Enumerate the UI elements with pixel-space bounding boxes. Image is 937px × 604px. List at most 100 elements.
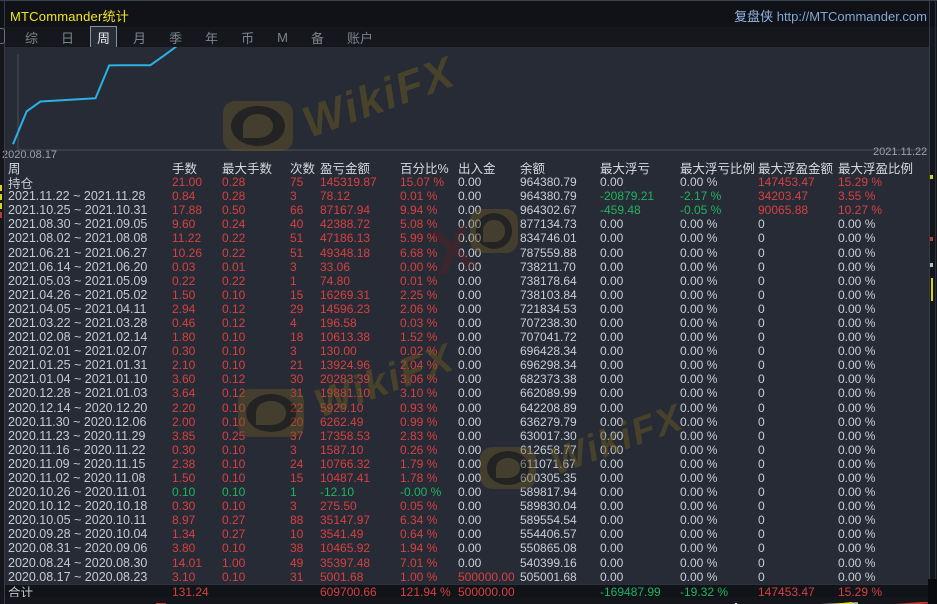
value-cell-1: 0.28 — [222, 175, 290, 189]
tab-5[interactable]: 年 — [198, 26, 225, 49]
col-header-1: 手数 — [172, 158, 222, 177]
value-cell-10: 0.00 % — [838, 316, 930, 330]
period-cell: 2020.10.26 ~ 2020.11.01 — [8, 485, 172, 499]
tab-7[interactable]: M — [270, 28, 295, 47]
table-row[interactable]: 2020.08.24 ~ 2020.08.3014.011.004935397.… — [5, 556, 930, 570]
value-cell-6: 738103.84 — [520, 288, 600, 302]
value-cell-0: 1.50 — [172, 471, 222, 485]
value-cell-10: 3.55 % — [838, 189, 930, 203]
value-cell-6: 964380.79 — [520, 175, 600, 189]
value-cell-10: 10.27 % — [838, 203, 930, 217]
value-cell-5: 0.00 — [458, 556, 520, 570]
table-row[interactable]: 持仓21.000.2875145319.8715.07 %0.00964380.… — [5, 175, 930, 189]
table-row[interactable]: 2021.02.08 ~ 2021.02.141.800.101810613.3… — [5, 330, 930, 344]
value-cell-1: 0.10 — [222, 443, 290, 457]
table-row[interactable]: 2020.10.12 ~ 2020.10.180.300.103275.500.… — [5, 499, 930, 513]
value-cell-9: 0 — [758, 471, 838, 485]
col-header-3: 次数 — [290, 158, 320, 177]
value-cell-10: 0.00 % — [838, 556, 930, 570]
value-cell-2: 3 — [290, 260, 320, 274]
period-cell: 2020.11.09 ~ 2020.11.15 — [8, 457, 172, 471]
period-cell: 2021.03.22 ~ 2021.03.28 — [8, 316, 172, 330]
value-cell-10: 0.00 % — [838, 527, 930, 541]
table-row[interactable]: 2020.11.30 ~ 2020.12.062.000.10206262.49… — [5, 415, 930, 429]
brand-url-link[interactable]: http://MTCommander.com — [777, 9, 927, 24]
value-cell-4: 0.99 % — [400, 415, 458, 429]
value-cell-6: 696428.34 — [520, 344, 600, 358]
value-cell-10: 0.00 % — [838, 570, 930, 584]
value-cell-2: 3 — [290, 443, 320, 457]
value-cell-1: 0.28 — [222, 189, 290, 203]
table-row[interactable]: 2021.10.25 ~ 2021.10.3117.880.506687167.… — [5, 203, 930, 217]
value-cell-5: 0.00 — [458, 372, 520, 386]
value-cell-5: 0.00 — [458, 316, 520, 330]
edge-tick — [0, 194, 2, 200]
value-cell-2: 22 — [290, 401, 320, 415]
value-cell-7: 0.00 — [600, 260, 680, 274]
table-row[interactable]: 2021.05.03 ~ 2021.05.090.220.22174.800.0… — [5, 274, 930, 288]
value-cell-7: 0.00 — [600, 527, 680, 541]
tab-0[interactable]: 综 — [18, 26, 45, 49]
value-cell-6: 550865.08 — [520, 541, 600, 555]
table-row[interactable]: 2020.11.02 ~ 2020.11.081.500.101510487.4… — [5, 471, 930, 485]
table-row[interactable]: 2020.08.31 ~ 2020.09.063.800.103810465.9… — [5, 541, 930, 555]
period-cell: 2021.04.26 ~ 2021.05.02 — [8, 288, 172, 302]
period-cell: 2021.04.05 ~ 2021.04.11 — [8, 302, 172, 316]
table-row[interactable]: 2021.01.04 ~ 2021.01.103.600.123020283.3… — [5, 372, 930, 386]
table-row[interactable]: 2021.06.14 ~ 2021.06.200.030.01333.060.0… — [5, 260, 930, 274]
value-cell-10: 0.00 % — [838, 457, 930, 471]
value-cell-5: 0.00 — [458, 189, 520, 203]
brand-name: 复盘侠 — [734, 9, 773, 24]
value-cell-6: 589830.04 — [520, 499, 600, 513]
corner-block — [928, 579, 937, 604]
value-cell-7: 0.00 — [600, 330, 680, 344]
table-row[interactable]: 2021.03.22 ~ 2021.03.280.460.124196.580.… — [5, 316, 930, 330]
tab-2[interactable]: 周 — [90, 26, 117, 49]
table-row[interactable]: 2020.11.16 ~ 2020.11.220.300.1031587.100… — [5, 443, 930, 457]
value-cell-9: 0 — [758, 556, 838, 570]
value-cell-9: 0 — [758, 429, 838, 443]
right-window-border — [929, 1, 930, 604]
value-cell-7: 0.00 — [600, 288, 680, 302]
table-row[interactable]: 2020.11.09 ~ 2020.11.152.380.102410766.3… — [5, 457, 930, 471]
table-row[interactable]: 2021.11.22 ~ 2021.11.280.840.28378.120.0… — [5, 189, 930, 203]
table-row[interactable]: 2021.04.26 ~ 2021.05.021.500.101516269.3… — [5, 288, 930, 302]
table-row[interactable]: 2020.11.23 ~ 2020.11.293.850.253717358.5… — [5, 429, 930, 443]
value-cell-2: 37 — [290, 429, 320, 443]
table-row[interactable]: 2020.12.28 ~ 2021.01.033.640.123119881.1… — [5, 386, 930, 400]
value-cell-3: 10766.32 — [320, 457, 400, 471]
tab-4[interactable]: 季 — [162, 26, 189, 49]
tab-1[interactable]: 日 — [54, 26, 81, 49]
table-row[interactable]: 2021.02.01 ~ 2021.02.070.300.103130.000.… — [5, 344, 930, 358]
table-row[interactable]: 2021.08.30 ~ 2021.09.059.600.244042388.7… — [5, 217, 930, 231]
app-title: MTCommander统计 — [10, 6, 129, 25]
value-cell-8: 0.00 % — [680, 471, 758, 485]
value-cell-10: 0.00 % — [838, 344, 930, 358]
value-cell-7: 0.00 — [600, 513, 680, 527]
tab-6[interactable]: 币 — [234, 26, 261, 49]
tab-3[interactable]: 月 — [126, 26, 153, 49]
value-cell-2: 31 — [290, 570, 320, 584]
value-cell-5: 0.00 — [458, 443, 520, 457]
value-cell-0: 8.97 — [172, 513, 222, 527]
period-cell: 2021.02.01 ~ 2021.02.07 — [8, 344, 172, 358]
table-row[interactable]: 2021.08.02 ~ 2021.08.0811.220.225147186.… — [5, 231, 930, 245]
period-cell: 2020.12.14 ~ 2020.12.20 — [8, 401, 172, 415]
table-row[interactable]: 2020.09.28 ~ 2020.10.041.340.27103541.49… — [5, 527, 930, 541]
value-cell-2: 20 — [290, 415, 320, 429]
table-row[interactable]: 2021.01.25 ~ 2021.01.312.100.102113924.9… — [5, 358, 930, 372]
table-row[interactable]: 2020.10.05 ~ 2020.10.118.970.278835147.9… — [5, 513, 930, 527]
value-cell-0: 9.60 — [172, 217, 222, 231]
equity-curve-chart[interactable]: 2020.08.17 2021.11.22 — [5, 47, 930, 159]
table-row[interactable]: 2021.06.21 ~ 2021.06.2710.260.225149348.… — [5, 245, 930, 259]
value-cell-5: 0.00 — [458, 330, 520, 344]
tab-8[interactable]: 备 — [304, 26, 331, 49]
value-cell-1: 0.10 — [222, 288, 290, 302]
tab-9[interactable]: 账户 — [340, 26, 380, 49]
table-row[interactable]: 2020.12.14 ~ 2020.12.202.200.10225929.10… — [5, 401, 930, 415]
table-row[interactable]: 2020.10.26 ~ 2020.11.010.100.101-12.10-0… — [5, 485, 930, 499]
value-cell-2: 38 — [290, 541, 320, 555]
period-cell: 2021.06.21 ~ 2021.06.27 — [8, 246, 172, 260]
value-cell-2: 75 — [290, 175, 320, 189]
table-row[interactable]: 2021.04.05 ~ 2021.04.112.940.122914596.2… — [5, 302, 930, 316]
